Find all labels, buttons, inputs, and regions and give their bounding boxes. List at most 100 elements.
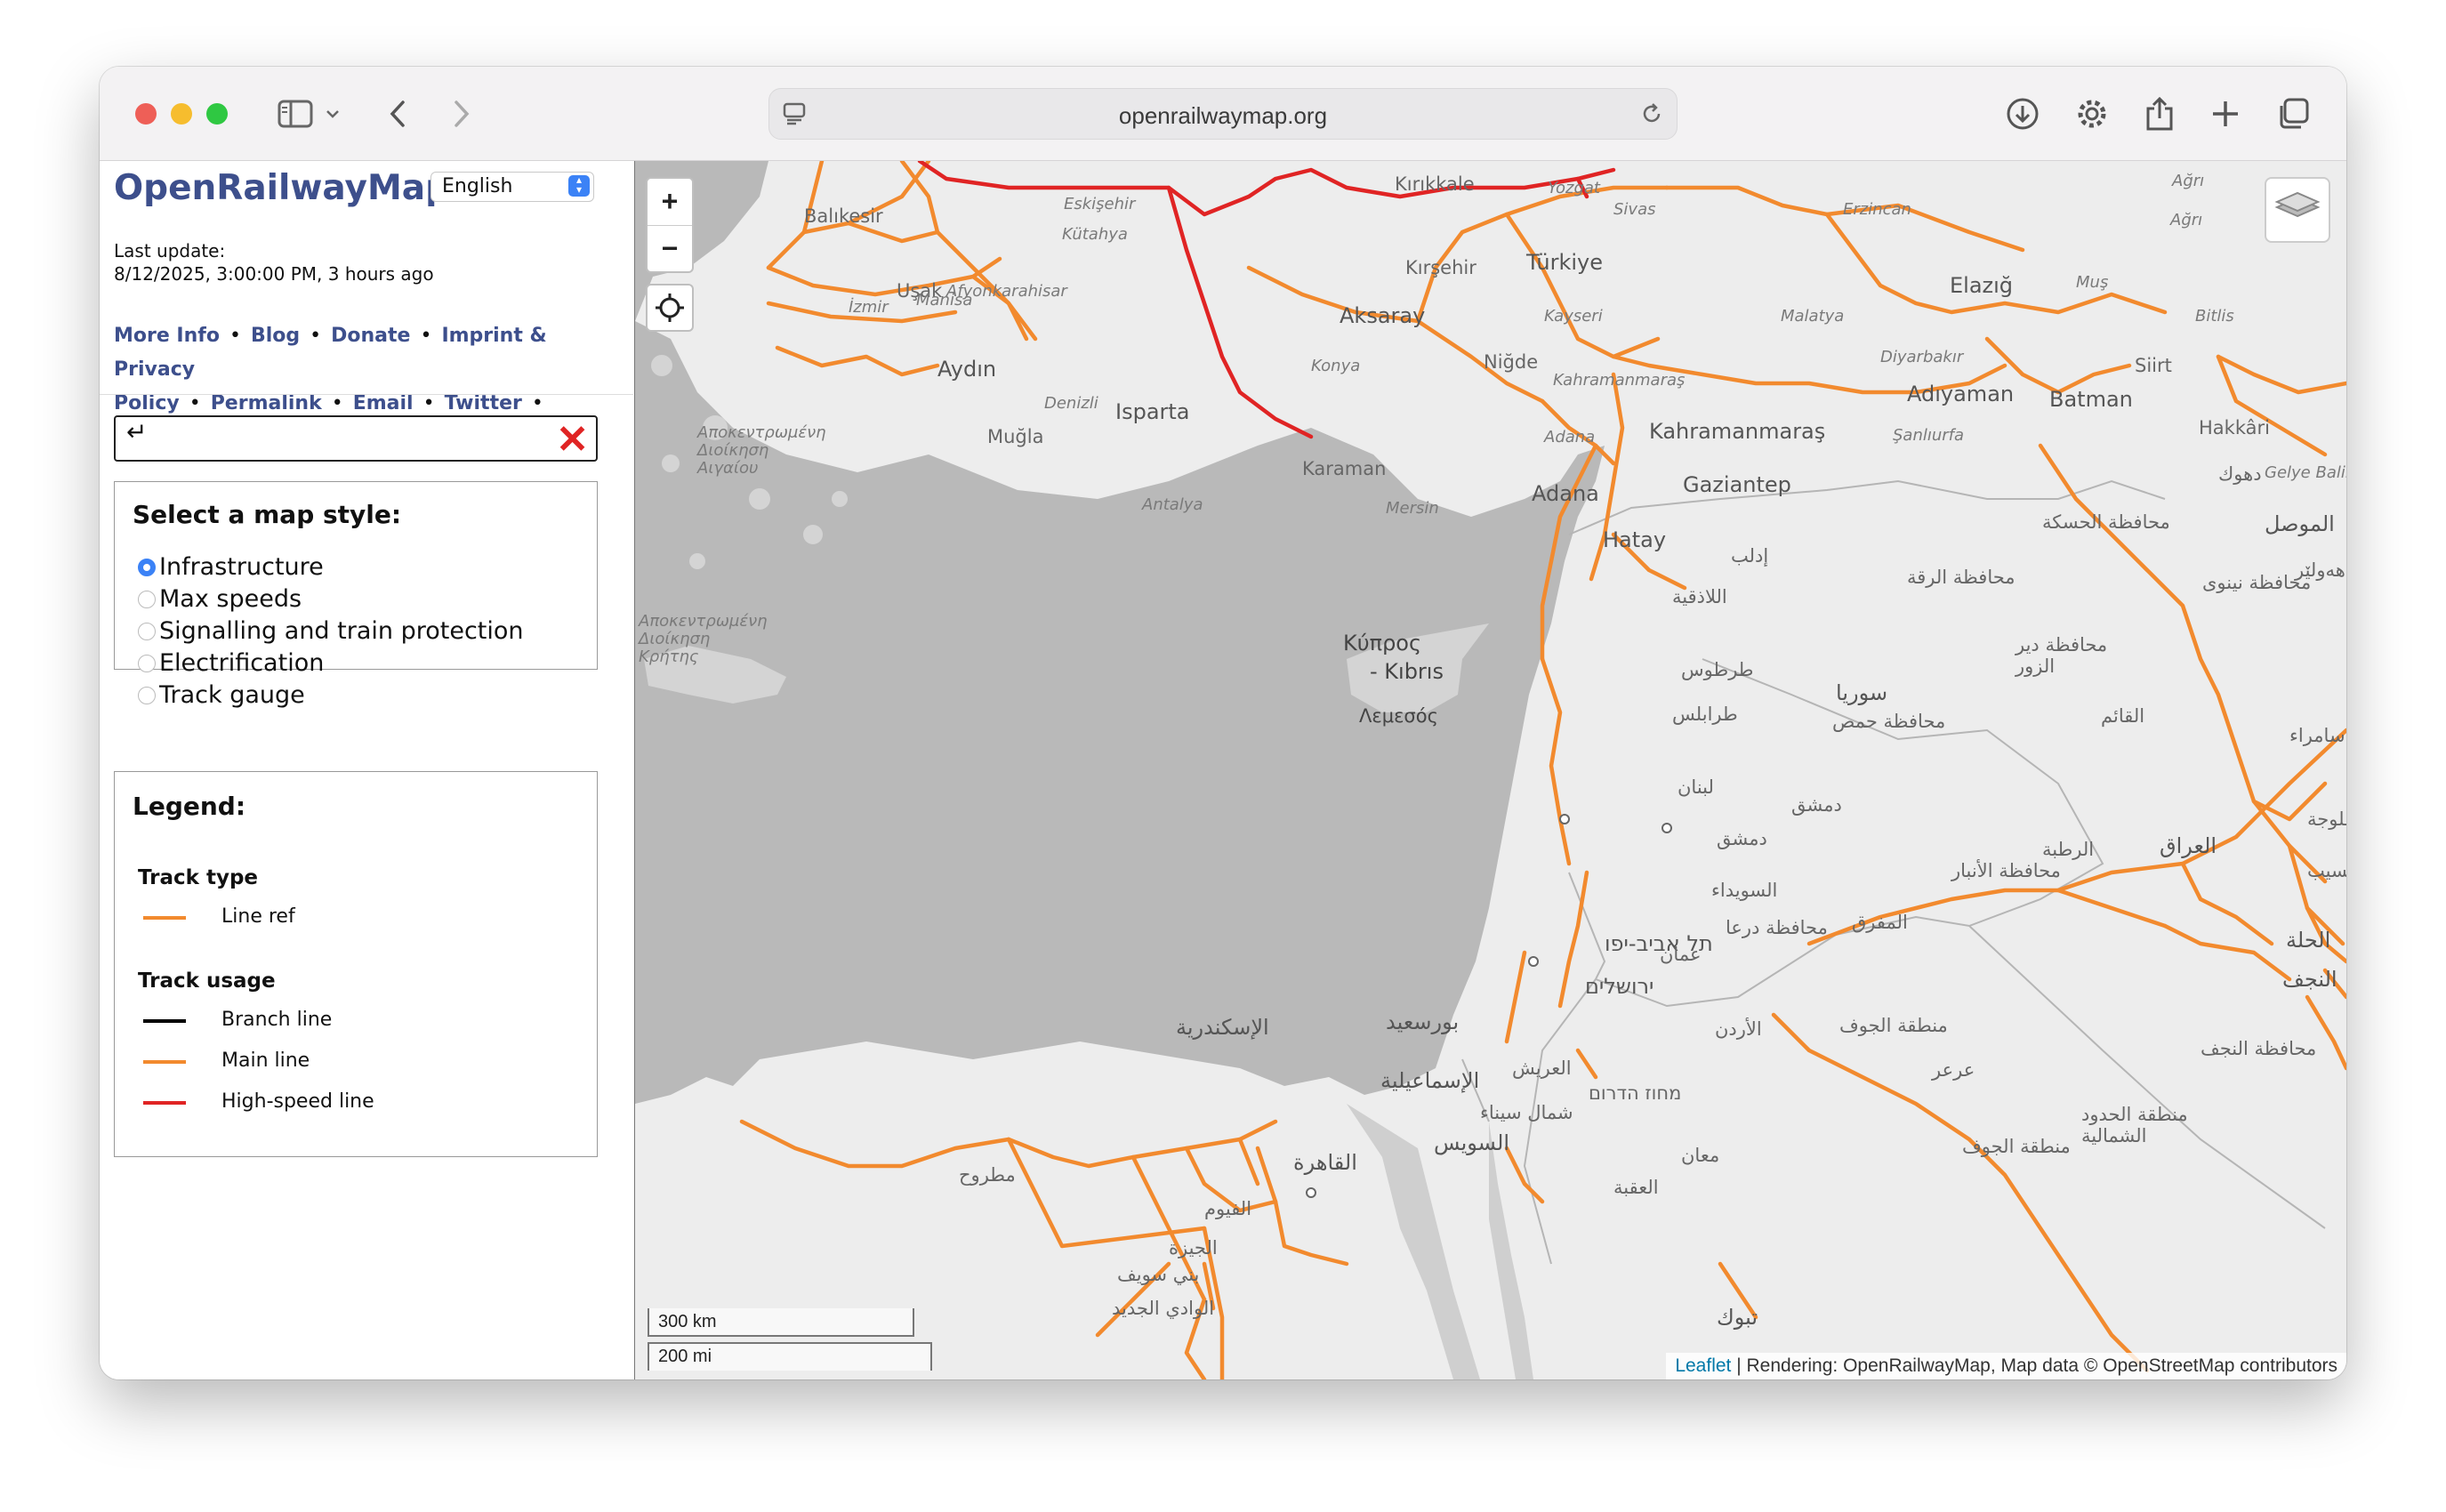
map-label: Adıyaman [1907,382,2015,406]
legend-track-type-title: Track type [138,866,259,889]
style-option-infrastructure[interactable]: Infrastructure [138,553,324,581]
minimize-window-button[interactable] [171,103,192,125]
map-label: Antalya [1142,495,1203,514]
link-more-info[interactable]: More Info [114,325,220,347]
forward-arrow-icon[interactable] [448,92,475,136]
map-label: بورسعيد [1386,1009,1460,1034]
search-input[interactable]: ↵ ✕ [114,415,598,462]
map-label: لبنان [1678,776,1714,798]
railway-map[interactable]: Kırıkkale Yozgat Ağrı Balıkesir Eskişehi… [635,161,2346,1379]
layers-button[interactable] [2265,177,2330,243]
new-tab-icon[interactable] [2206,92,2245,136]
map-label: Balıkesir [804,205,883,227]
map-label: سامراء [2289,725,2345,746]
locate-button[interactable] [646,284,694,332]
download-icon[interactable] [2003,92,2042,136]
sidebar-toggle-icon[interactable] [274,92,317,136]
style-option-signalling[interactable]: Signalling and train protection [138,617,524,645]
language-select[interactable]: English ▴ ▾ [430,172,594,202]
map-label: الأردن [1715,1018,1762,1040]
map-label: Hakkâri [2199,417,2270,438]
map-label: Mersin [1386,499,1439,518]
map-label: القائم [2101,705,2145,727]
chevron-down-icon[interactable] [324,92,342,136]
attribution-text: | Rendering: OpenRailwayMap, Map data © … [1731,1355,2337,1376]
close-window-button[interactable] [135,103,157,125]
map-label: Gaziantep [1683,472,1791,497]
map-label: منطقة الجوف [1839,1015,1948,1036]
address-bar[interactable]: openrailwaymap.org [768,88,1678,140]
tab-overview-icon[interactable] [2273,92,2313,136]
map-label: النجف [2282,967,2337,992]
brand-title[interactable]: OpenRailwayMap [114,168,450,208]
map-label: Muş [2076,273,2109,292]
map-label: العراق [2160,833,2217,858]
map-label: محافظة الحسكة [2042,511,2170,533]
maximize-window-button[interactable] [206,103,228,125]
map-label: Kırşehir [1405,257,1476,278]
map-label: Gelye Balin [2265,463,2346,482]
map-style-title: Select a map style: [133,500,402,529]
radio-unselected[interactable] [138,622,156,640]
map-label: Adana [1544,428,1596,446]
map-label: Kahramanmaraş [1553,371,1686,390]
style-option-label: Signalling and train protection [159,617,524,645]
radio-selected[interactable] [138,558,156,576]
style-option-electrification[interactable]: Electrification [138,649,324,677]
link-permalink[interactable]: Permalink [211,392,322,414]
legend-swatch-orange [143,1060,186,1064]
zoom-in-button[interactable]: + [648,179,692,225]
map-canvas[interactable] [635,161,2346,1379]
style-option-max-speeds[interactable]: Max speeds [138,585,302,613]
legend-swatch-red [143,1101,186,1105]
radio-unselected[interactable] [138,654,156,672]
map-label: المسيب [2307,860,2346,881]
browser-window: openrailwaymap.org OpenRailwayMap Englis… [100,67,2346,1379]
last-update-label: Last update: [114,240,226,261]
map-label: العقبة [1613,1177,1659,1198]
map-label: الوادي الجديد [1112,1298,1215,1319]
map-label: طرابلس [1672,704,1738,725]
radio-unselected[interactable] [138,590,156,608]
map-label: دهوك [2218,463,2262,485]
map-label: Aksaray [1340,303,1426,328]
gear-icon[interactable] [2072,92,2112,136]
map-label: مطروح [959,1164,1016,1186]
map-label: محافظة الأنبار [1951,860,2061,881]
link-blog[interactable]: Blog [251,325,300,347]
map-label: Niğde [1484,351,1539,373]
share-icon[interactable] [2140,92,2179,136]
scale-mi: 200 mi [648,1342,932,1371]
map-label: معان [1681,1145,1720,1166]
legend-swatch-orange [143,916,186,920]
legend-swatch-black [143,1019,186,1023]
map-label: اللاذقية [1672,586,1727,607]
map-label: الموصل [2265,511,2335,536]
map-label: Şanlıurfa [1893,426,1965,445]
clear-search-icon[interactable]: ✕ [556,421,589,460]
legend-track-usage-title: Track usage [138,969,276,993]
map-label: Siirt [2135,355,2172,376]
link-twitter[interactable]: Twitter [445,392,522,414]
style-option-label: Max speeds [159,585,302,613]
map-label: عرعر [1932,1059,1975,1081]
style-option-track-gauge[interactable]: Track gauge [138,681,305,709]
zoom-out-button[interactable]: − [648,225,692,272]
legend-label: Line ref [221,905,295,928]
back-arrow-icon[interactable] [384,92,411,136]
map-label: Yozgat [1548,179,1600,197]
map-label: Isparta [1115,399,1190,424]
link-donate[interactable]: Donate [331,325,410,347]
search-value: ↵ [126,418,148,446]
link-email[interactable]: Email [353,392,414,414]
reload-icon[interactable] [1639,101,1664,126]
map-label: تبوك [1717,1305,1758,1330]
map-label: - Kıbrıs [1370,659,1444,684]
map-label: Hatay [1603,527,1667,552]
map-label: Bitlis [2195,307,2234,326]
radio-unselected[interactable] [138,686,156,704]
leaflet-link[interactable]: Leaflet [1675,1355,1731,1376]
map-label: Diyarbakır [1880,348,1964,366]
map-label: Manisa [916,291,973,310]
last-update-value: 8/12/2025, 3:00:00 PM, 3 hours ago [114,263,434,285]
